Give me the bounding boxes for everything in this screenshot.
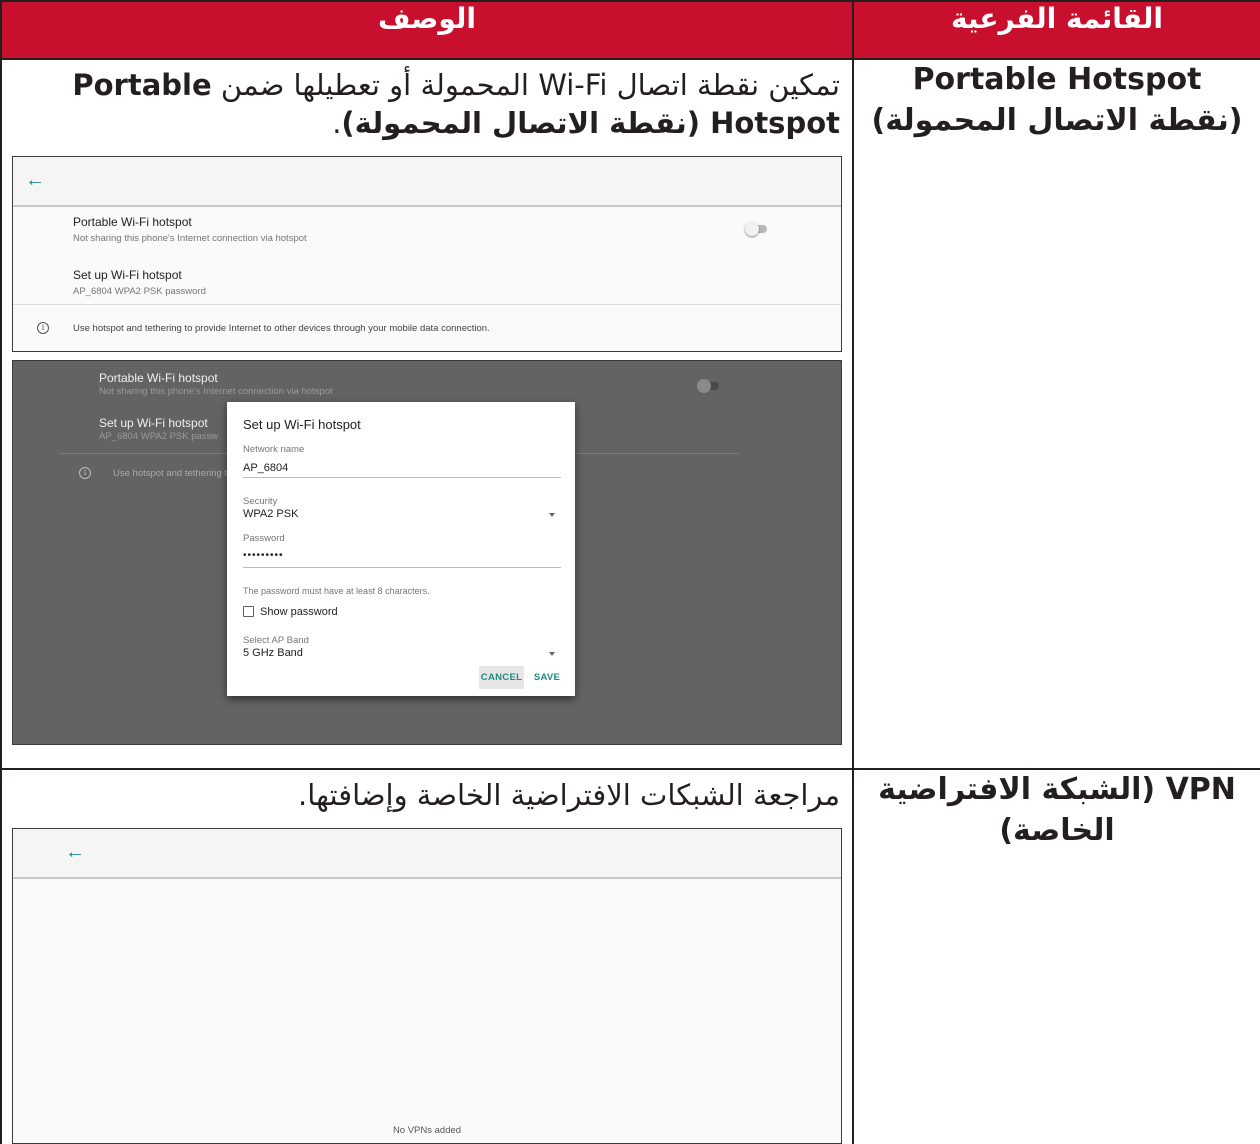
cancel-button[interactable]: CANCEL [479,666,524,689]
network-name-field[interactable]: AP_6804 [243,462,288,474]
header-submenu: القائمة الفرعية [852,0,1260,60]
bg-info-icon: i [79,467,91,479]
divider [13,304,841,305]
toolbar: ← [13,157,841,207]
description-cell: تمكين نقطة اتصال Wi-Fi المحمولة أو تعطيل… [0,58,854,770]
description-cell: مراجعة الشبكات الافتراضية الخاصة وإضافته… [0,768,854,1144]
bg-info-text: Use hotspot and tethering to [113,468,233,479]
setup-hotspot-dialog: Set up Wi-Fi hotspot Network name AP_680… [227,402,575,696]
ap-band-label: Select AP Band [243,635,309,646]
network-name-underline [243,477,561,478]
arrow-left-icon[interactable]: ← [65,842,85,862]
chevron-down-icon[interactable] [549,513,555,517]
bg-setup-hotspot-subtitle: AP_6804 WPA2 PSK passw [99,431,219,442]
password-field[interactable]: ••••••••• [243,550,284,561]
submenu-vpn: VPN (الشبكة الافتراضية الخاصة) [852,768,1260,1144]
toolbar: ← [13,829,841,879]
show-password-checkbox[interactable] [243,606,254,617]
submenu-hotspot: Portable Hotspot (نقطة الاتصال المحمولة) [852,58,1260,770]
arrow-left-icon[interactable]: ← [25,170,45,190]
ap-band-select[interactable]: 5 GHz Band [243,647,303,659]
save-button[interactable]: SAVE [529,666,565,689]
password-hint: The password must have at least 8 charac… [243,586,430,596]
bg-portable-hotspot-title: Portable Wi-Fi hotspot [99,371,218,385]
table-row: مراجعة الشبكات الافتراضية الخاصة وإضافته… [0,768,1260,1144]
vpn-screenshot: ← No VPNs added [12,828,842,1144]
bg-hotspot-toggle [697,379,721,393]
security-select[interactable]: WPA2 PSK [243,508,298,520]
info-icon: i [37,322,49,334]
hotspot-description: تمكين نقطة اتصال Wi-Fi المحمولة أو تعطيل… [72,68,840,140]
settings-table: الوصف القائمة الفرعية تمكين نقطة اتصال W… [0,0,1260,1144]
network-name-label: Network name [243,444,305,455]
show-password-label[interactable]: Show password [260,606,338,618]
security-label: Security [243,496,278,507]
empty-state-message: No VPNs added [392,1125,462,1136]
hotspot-toggle[interactable] [745,222,769,236]
bg-setup-hotspot-title: Set up Wi-Fi hotspot [99,416,208,430]
info-text: Use hotspot and tethering to provide Int… [73,323,490,334]
password-underline [243,567,561,568]
bg-portable-hotspot-subtitle: Not sharing this phone's Internet connec… [99,386,333,397]
hotspot-settings-screenshot: ← Portable Wi-Fi hotspot Not sharing thi… [12,156,842,352]
password-label: Password [243,533,285,544]
portable-hotspot-subtitle: Not sharing this phone's Internet connec… [73,233,307,244]
toggle-knob [745,222,759,236]
setup-hotspot-title[interactable]: Set up Wi-Fi hotspot [73,268,182,282]
table-header-row: الوصف القائمة الفرعية [0,0,1260,60]
dialog-title: Set up Wi-Fi hotspot [243,417,361,432]
chevron-down-icon[interactable] [549,652,555,656]
header-description: الوصف [0,0,854,60]
vpn-description: مراجعة الشبكات الافتراضية الخاصة وإضافته… [298,778,840,812]
setup-hotspot-subtitle: AP_6804 WPA2 PSK password [73,286,206,297]
hotspot-dialog-screenshot: Portable Wi-Fi hotspot Not sharing this … [12,360,842,745]
toggle-knob [697,379,711,393]
table-row: تمكين نقطة اتصال Wi-Fi المحمولة أو تعطيل… [0,58,1260,770]
portable-hotspot-title[interactable]: Portable Wi-Fi hotspot [73,215,192,229]
